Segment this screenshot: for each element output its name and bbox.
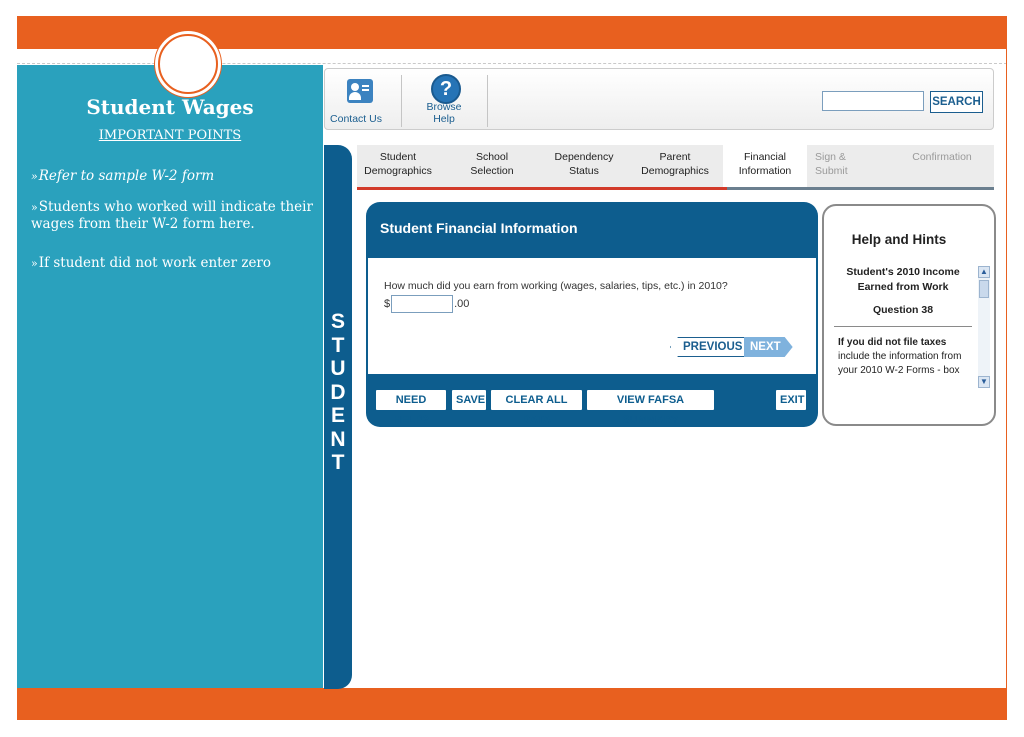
cents-label: .00 [454,297,470,310]
need-help-button[interactable]: NEED HELP? [376,390,446,426]
question-mark-icon: ? [431,74,461,104]
clear-all-data-button[interactable]: CLEAR ALL DATA [491,390,582,426]
tab-label-line2: Information [738,165,792,177]
tab-label-line1: Confirmation [912,151,972,163]
vertical-letter: T [331,333,345,357]
amount-row: $ .00 [384,295,469,313]
question-text: How much did you earn from working (wage… [384,280,728,292]
previous-button[interactable]: PREVIOUS [670,337,750,357]
tab-label-line2: Status [569,165,599,177]
vertical-letter: E [330,404,345,427]
circle-ornament [158,34,218,94]
tab-label-line1: Dependency [554,151,614,163]
notes-panel: Student Wages IMPORTANT POINTS »Refer to… [17,65,323,688]
search-input[interactable] [822,91,924,111]
contact-icon [347,79,373,103]
bullet-mark: » [31,201,38,214]
view-fafsa-summary-button[interactable]: VIEW FAFSA SUMMARY [587,390,714,426]
tab-financial-information[interactable]: Financial Information [723,145,807,190]
tab-label-line2: Submit [815,165,848,177]
tab-school-selection[interactable]: School Selection [455,150,529,178]
bullet-text: Refer to sample W-2 form [38,168,215,184]
tab-label-line1: Sign & [815,151,846,163]
tab-label-line2: Demographics [641,165,709,177]
toolbar-separator [401,75,402,127]
next-button[interactable]: NEXT [744,337,793,357]
bullet-item: »Students who worked will indicate their… [31,199,321,232]
remaining-progress-line [727,187,994,190]
panel-subtitle: IMPORTANT POINTS [98,128,242,143]
bottom-accent-bar [17,688,1007,720]
section-tabs: Student Demographics School Selection De… [357,145,994,190]
fafsa-toolbar: Contact Us ? Browse Help SEARCH [324,68,994,130]
bullet-item: »If student did not work enter zero [31,255,321,272]
bullet-text: Students who worked will indicate their … [31,199,313,232]
exit-button[interactable]: EXIT [776,390,806,410]
toolbar-separator [487,75,488,127]
help-title: Help and Hints [851,232,947,247]
browse-help-button[interactable]: ? Browse Help [417,69,471,129]
scroll-up-arrow-icon[interactable]: ▲ [978,266,990,278]
panel-title: Student Wages [86,95,254,119]
right-border [1006,49,1007,689]
bullet-mark: » [31,170,38,183]
tab-label-line2: Selection [470,165,514,177]
completed-progress-line [357,187,727,190]
student-vertical-label: S T U D E N T [324,310,352,475]
vertical-letter: T [331,451,345,474]
tab-parent-demographics[interactable]: Parent Demographics [633,150,717,178]
form-title: Student Financial Information [380,220,578,236]
help-topic-line2: Earned from Work [857,281,949,293]
vertical-letter: N [330,427,346,451]
scroll-down-arrow-icon[interactable]: ▼ [978,376,990,388]
vertical-letter: S [330,310,345,333]
tab-label-line2: Demographics [364,165,432,177]
bullet-text: If student did not work enter zero [38,255,272,271]
help-and-hints-panel: Help and Hints Student's 2010 Income Ear… [822,204,996,426]
form-body: How much did you earn from working (wage… [368,258,816,374]
tab-label-line1: Parent [659,151,691,163]
save-button[interactable]: SAVE [452,390,486,410]
help-text-body: include the information from your 2010 W… [838,351,962,376]
contact-us-label: Contact Us [330,113,382,125]
browse-help-label: Browse Help [426,101,462,125]
tab-label-line1: Student [379,151,417,163]
currency-symbol: $ [384,297,391,310]
help-text: If you did not file taxes include the inf… [838,336,976,378]
tab-student-demographics[interactable]: Student Demographics [359,150,437,178]
bullet-item: »Refer to sample W-2 form [31,168,321,185]
scroll-thumb[interactable] [979,280,989,298]
help-text-bold: If you did not file taxes [838,337,947,348]
help-question-number: Question 38 [872,304,934,316]
tab-confirmation[interactable]: Confirmation [897,150,987,164]
help-topic-line1: Student's 2010 Income [846,266,960,278]
tab-label-line1: Financial [743,151,787,163]
help-divider [834,326,972,327]
vertical-letter: D [330,380,346,404]
tab-sign-submit[interactable]: Sign & Submit [815,150,871,178]
earnings-input[interactable] [391,295,454,313]
tab-label-line1: School [475,151,509,163]
contact-us-button[interactable]: Contact Us [329,69,383,129]
bullet-mark: » [31,257,38,270]
financial-info-panel: Student Financial Information How much d… [366,202,818,427]
search-button[interactable]: SEARCH [930,91,983,113]
vertical-letter: U [330,357,346,380]
tab-dependency-status[interactable]: Dependency Status [541,150,627,178]
